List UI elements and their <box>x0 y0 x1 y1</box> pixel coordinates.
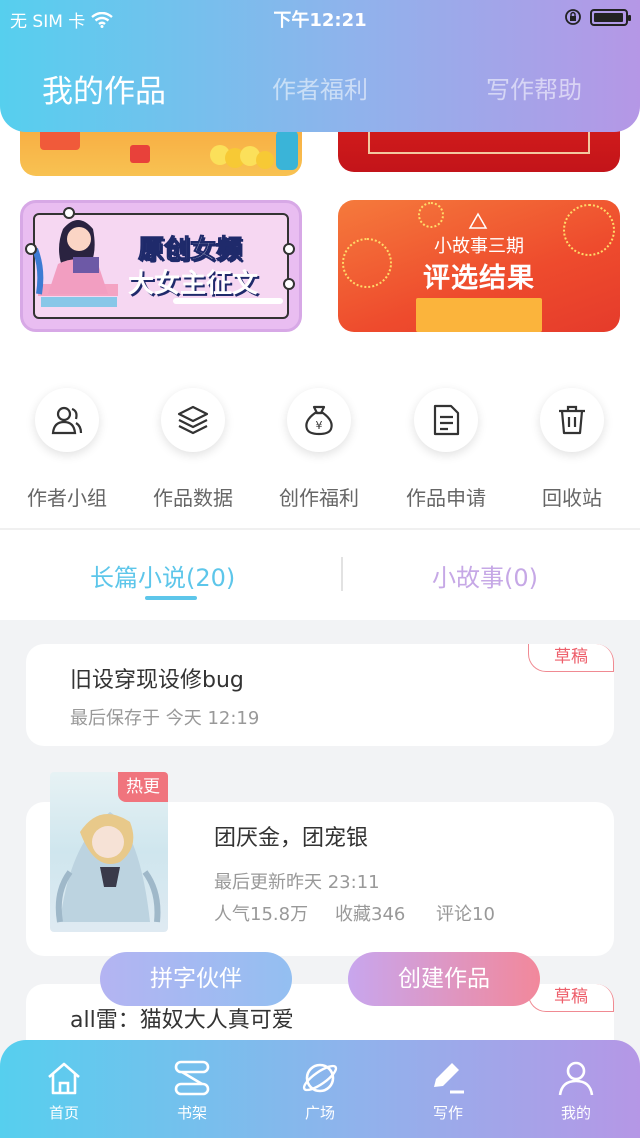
svg-text:¥: ¥ <box>316 419 323 432</box>
firework-icon <box>418 202 444 228</box>
handle-dot <box>25 243 37 255</box>
work-title: 旧设穿现设修bug <box>70 668 244 693</box>
battery-icon <box>590 8 631 26</box>
shortcut-label: 创作福利 <box>279 486 359 510</box>
tab-short-story[interactable]: 小故事(0) <box>432 558 538 593</box>
home-icon <box>48 1062 80 1095</box>
handle-dot <box>283 243 295 255</box>
tab-bookshelf[interactable]: 书架 <box>147 1058 237 1123</box>
shortcut-work-data[interactable]: 作品数据 <box>130 388 256 511</box>
money-bag-icon: ¥ <box>305 405 333 436</box>
layers-icon <box>177 405 209 435</box>
work-favorites: 收藏346 <box>335 904 406 925</box>
tab-separator <box>341 557 343 591</box>
battery-level <box>594 12 623 22</box>
banner-bar <box>173 298 283 304</box>
shortcut-circle <box>35 388 99 452</box>
hot-update-badge: 热更 <box>118 772 168 802</box>
group-icon <box>51 406 83 435</box>
work-title: all雷：猫奴大人真可爱 <box>70 1008 294 1033</box>
trash-icon <box>559 405 585 435</box>
document-icon <box>433 404 460 436</box>
tab-label: 写作 <box>432 1104 463 1122</box>
profile-icon <box>558 1061 594 1096</box>
tab-write[interactable]: 写作 <box>403 1058 493 1123</box>
tab-long-novel[interactable]: 长篇小说(20) <box>90 558 235 593</box>
handle-dot <box>283 278 295 290</box>
tab-author-benefits[interactable]: 作者福利 <box>272 70 368 105</box>
tab-label: 书架 <box>176 1104 207 1122</box>
draft-badge: 草稿 <box>528 644 614 672</box>
top-header: 无 SIM 卡 下午12:21 我的作品 作者福利 写作帮助 <box>0 0 640 132</box>
status-bar: 无 SIM 卡 下午12:21 <box>0 0 640 34</box>
shortcut-label: 作品申请 <box>406 486 486 510</box>
work-save-time: 最后保存于 今天 12:19 <box>70 708 260 729</box>
banner-story-results[interactable]: 小故事三期 评选结果 <box>338 200 620 332</box>
shortcut-label: 作品数据 <box>153 486 233 510</box>
tab-label: 我的 <box>560 1104 591 1122</box>
shortcut-circle <box>161 388 225 452</box>
draft-badge: 草稿 <box>528 984 614 1012</box>
banner-title: 原创女频 <box>137 235 243 266</box>
shortcut-label: 作者小组 <box>27 486 107 510</box>
shortcut-work-apply[interactable]: 作品申请 <box>383 388 509 511</box>
shortcut-grid: 作者小组 作品数据 ¥ 创作福利 作品申请 回收站 <box>0 388 640 518</box>
shortcut-circle <box>414 388 478 452</box>
banner-subtitle: 大女主征文 <box>128 269 259 299</box>
work-card[interactable]: 旧设穿现设修bug 最后保存于 今天 12:19 草稿 <box>26 644 614 746</box>
shortcut-circle: ¥ <box>287 388 351 452</box>
banner-title: 小故事三期 <box>434 236 524 257</box>
handle-dot <box>63 207 75 219</box>
bottom-tab-bar: 首页 书架 广场 写作 我的 <box>0 1040 640 1138</box>
create-work-button[interactable]: 创建作品 <box>348 952 540 1006</box>
divider <box>0 528 640 530</box>
active-tab-underline <box>145 596 197 600</box>
bookshelf-icon <box>174 1060 210 1096</box>
header-tabs: 我的作品 作者福利 写作帮助 <box>0 70 640 120</box>
rotation-lock-icon <box>565 9 581 25</box>
triangle-icon <box>468 212 488 229</box>
tab-writing-help[interactable]: 写作帮助 <box>486 70 582 105</box>
word-partner-button[interactable]: 拼字伙伴 <box>100 952 292 1006</box>
shortcut-circle <box>540 388 604 452</box>
tab-home[interactable]: 首页 <box>19 1058 109 1123</box>
banner-subtitle: 评选结果 <box>423 263 535 294</box>
shortcut-creation-benefits[interactable]: ¥ 创作福利 <box>256 388 382 511</box>
planet-icon <box>302 1063 338 1093</box>
work-comments: 评论10 <box>436 904 495 925</box>
tab-my-works[interactable]: 我的作品 <box>42 66 166 111</box>
work-popularity: 人气15.8万 <box>214 904 309 925</box>
status-time: 下午12:21 <box>273 10 367 31</box>
tab-label: 首页 <box>48 1104 79 1122</box>
shortcut-author-group[interactable]: 作者小组 <box>4 388 130 511</box>
tab-label: 广场 <box>304 1104 335 1122</box>
tab-square[interactable]: 广场 <box>275 1058 365 1123</box>
status-right <box>564 8 631 26</box>
write-icon <box>434 1063 464 1094</box>
girl-reading-illustration <box>33 220 118 307</box>
tab-mine[interactable]: 我的 <box>531 1058 621 1123</box>
podium <box>416 298 542 332</box>
shortcut-recycle-bin[interactable]: 回收站 <box>509 388 635 511</box>
list-tabs: 长篇小说(20) 小故事(0) <box>0 552 640 612</box>
work-title: 团厌金，团宠银 <box>214 826 369 851</box>
work-update-time: 最后更新昨天 23:11 <box>214 872 380 893</box>
banner-female-contest[interactable]: 原创女频 大女主征文 <box>20 200 302 332</box>
shortcut-label: 回收站 <box>542 486 602 510</box>
